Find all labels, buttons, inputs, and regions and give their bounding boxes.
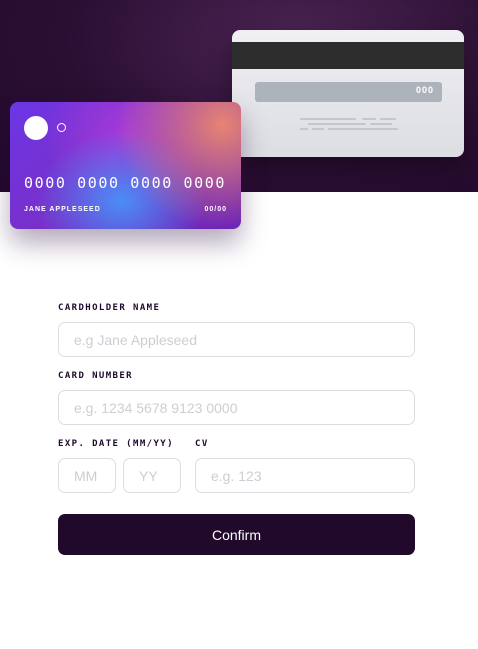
card-front: 0000 0000 0000 0000 JANE APPLESEED 00/00 (10, 102, 241, 229)
card-cvc: 000 (415, 85, 434, 95)
card-number-display: 0000 0000 0000 0000 (24, 174, 226, 192)
exp-year-input[interactable] (123, 458, 181, 493)
cardholder-name-input[interactable] (58, 322, 415, 357)
exp-date-label: EXP. DATE (MM/YY) (58, 439, 174, 449)
cvc-label: CV (195, 439, 209, 449)
magnetic-stripe (232, 42, 464, 69)
card-back: 000 (232, 30, 464, 157)
card-expiry-display: 00/00 (204, 206, 227, 213)
cvc-input[interactable] (195, 458, 415, 493)
card-logo-ring-icon (57, 123, 66, 132)
card-back-decoration (300, 118, 400, 134)
confirm-button[interactable]: Confirm (58, 514, 415, 555)
signature-strip: 000 (255, 82, 442, 102)
card-logo-circle-icon (24, 116, 48, 140)
card-number-input[interactable] (58, 390, 415, 425)
card-holder-display: JANE APPLESEED (24, 206, 101, 213)
cardholder-name-label: CARDHOLDER NAME (58, 303, 161, 313)
card-number-label: CARD NUMBER (58, 371, 134, 381)
exp-month-input[interactable] (58, 458, 116, 493)
